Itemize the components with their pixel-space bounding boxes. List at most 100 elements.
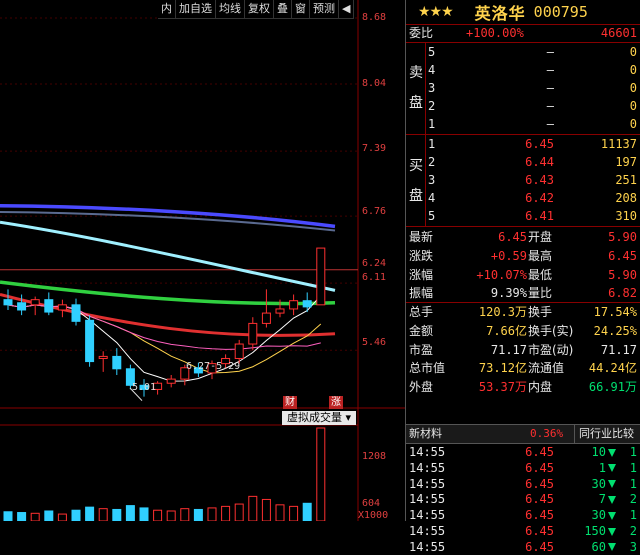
down-arrow-icon [608,495,616,504]
stats-label: 内盘 [528,380,553,395]
candle-body [289,300,299,310]
sell-level-volume: 0 [629,99,637,113]
kline-canvas [0,0,405,521]
volume-bar [261,498,271,521]
toolbar-forecast[interactable]: 预测 [310,0,339,18]
volume-bar [166,510,176,521]
sell-level-row[interactable]: 2 – 0 [406,98,640,114]
candle-body [248,322,258,345]
sell-level-price: – [546,99,554,113]
quote-label: 最低 [528,267,553,282]
sell-level-row[interactable]: 5 – 0 [406,44,640,60]
buy-level-no: 1 [428,137,436,151]
stats-value: 71.17 [490,342,527,357]
volume-bar [153,509,163,521]
range-annotation: 6.27-5.29 [186,361,241,372]
volume-bar [125,505,135,521]
sector-name[interactable]: 新材料 [409,425,442,443]
stock-code: 000795 [533,3,588,21]
volume-bar [98,508,108,521]
tick-count: 3 [629,539,637,554]
stats-label: 总手 [409,305,434,319]
volume-bar [193,508,203,521]
candle-body [275,308,285,314]
quote-value: 5.90 [608,230,637,244]
quote-row: 涨幅 +10.07% 最低 5.90 [406,267,640,283]
sell-level-row[interactable]: 1 – 0 [406,116,640,132]
volume-indicator-select[interactable]: 虚拟成交量 ▾ [282,411,356,425]
sell-level-no: 4 [428,63,436,77]
finance-badge[interactable]: 财 [283,396,297,409]
price-tick: 6.24 [362,258,387,269]
buy-level-row[interactable]: 4 6.42 208 [406,190,640,206]
stats-value: 17.54% [593,305,637,319]
buy-level-no: 4 [428,191,436,205]
industry-compare-button[interactable]: 同行业比较 [574,425,634,443]
buy-level-row[interactable]: 3 6.43 251 [406,172,640,188]
stats-row: 市盈 71.17 市盈(动) 71.17 [406,342,640,358]
limit-up-badge[interactable]: 涨 [329,396,343,409]
down-arrow-icon [608,543,616,552]
quote-value: 5.90 [608,267,637,282]
tick-volume-value: 10 [591,445,606,459]
stats-value: 7.66亿 [486,323,527,338]
volume-bar [57,513,67,521]
volume-bar [17,512,27,521]
volume-bar [112,508,122,521]
volume-bar [139,507,149,521]
sell-level-no: 3 [428,81,436,95]
quote-row: 振幅 9.39% 量比 6.82 [406,285,640,301]
tick-volume: 60 [556,539,616,555]
quote-label: 开盘 [528,230,553,244]
toolbar-adjust[interactable]: 复权 [245,0,274,18]
tick-count: 1 [629,460,637,475]
volume-bar [71,509,81,521]
tick-volume: 7 [556,491,616,507]
tick-time: 14:55 [409,460,446,475]
buy-level-row[interactable]: 2 6.44 197 [406,154,640,170]
stats-label: 换手 [528,305,553,319]
toolbar-window[interactable]: 窗 [292,0,310,18]
quote-value: +0.59 [490,248,527,263]
buy-level-volume: 208 [615,191,637,205]
volume-tick: 1208 [362,451,387,462]
sell-level-price: – [546,45,554,59]
candle-body [3,299,13,306]
quote-value: +10.07% [476,267,527,282]
sell-level-row[interactable]: 3 – 0 [406,80,640,96]
candle-body [17,302,27,311]
tick-volume: 30 [556,476,616,492]
tick-time: 14:55 [409,524,446,538]
quote-panel: ★★★ 英洛华 000795 委比 +100.00% 46601 卖 盘 5–0… [405,0,640,554]
candle-body [166,378,176,384]
tick-time: 14:55 [409,492,446,507]
volume-bar [85,506,95,521]
toolbar-overlay[interactable]: 叠 [274,0,292,18]
volume-bar [275,504,285,521]
weibi-pct: +100.00% [466,26,524,40]
toolbar-collapse[interactable]: ◀ [339,0,355,18]
toolbar-add-watchlist[interactable]: 加自选 [176,0,216,18]
candle-body [261,312,271,324]
buy-level-no: 2 [428,155,436,169]
toolbar-inner[interactable]: 内 [158,0,176,18]
candle-body [98,355,108,359]
tick-price: 6.45 [525,445,554,459]
quote-value: 6.45 [498,230,527,244]
quote-label: 振幅 [409,286,434,301]
tick-volume-value: 30 [591,476,606,491]
volume-bar [44,510,54,521]
buy-level-row[interactable]: 1 6.45 11137 [406,136,640,152]
quote-value: 9.39% [490,286,527,301]
stats-value: 66.91万 [588,380,637,395]
buy-level-row[interactable]: 5 6.41 310 [406,208,640,224]
tick-price: 6.45 [525,492,554,507]
down-arrow-icon [608,464,616,473]
toolbar-ma[interactable]: 均线 [216,0,245,18]
candle-body [85,319,95,363]
quote-value: 6.45 [608,248,637,263]
stats-value: 24.25% [593,323,637,338]
sell-level-row[interactable]: 4 – 0 [406,62,640,78]
tick-volume: 10 [556,444,616,460]
kline-chart[interactable]: 内 加自选 均线 复权 叠 窗 预测 ◀ 8.68 8.04 7.39 6.76… [0,0,405,521]
